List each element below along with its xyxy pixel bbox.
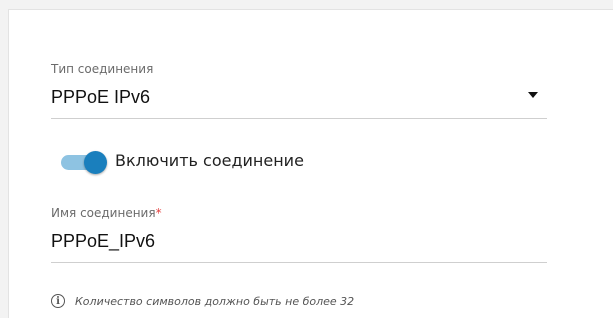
hint-text: Количество символов должно быть не более… bbox=[75, 294, 355, 308]
required-asterisk: * bbox=[155, 206, 162, 220]
settings-card: Тип соединения PPPoE IPv6 Включить соеди… bbox=[8, 9, 613, 318]
info-icon: i bbox=[51, 294, 65, 308]
connection-type-underline bbox=[51, 118, 547, 119]
connection-name-label: Имя соединения* bbox=[51, 206, 162, 220]
toggle-knob bbox=[84, 151, 107, 174]
character-limit-hint: i Количество символов должно быть не бол… bbox=[51, 292, 354, 310]
dropdown-caret-icon[interactable] bbox=[528, 92, 538, 98]
connection-name-label-text: Имя соединения bbox=[51, 206, 156, 220]
connection-name-underline bbox=[51, 262, 547, 263]
connection-type-value: PPPoE IPv6 bbox=[51, 87, 151, 107]
enable-connection-label[interactable]: Включить соединение bbox=[115, 150, 304, 172]
connection-name-input[interactable]: PPPoE_IPv6 bbox=[51, 230, 155, 252]
enable-connection-toggle[interactable] bbox=[59, 150, 109, 174]
